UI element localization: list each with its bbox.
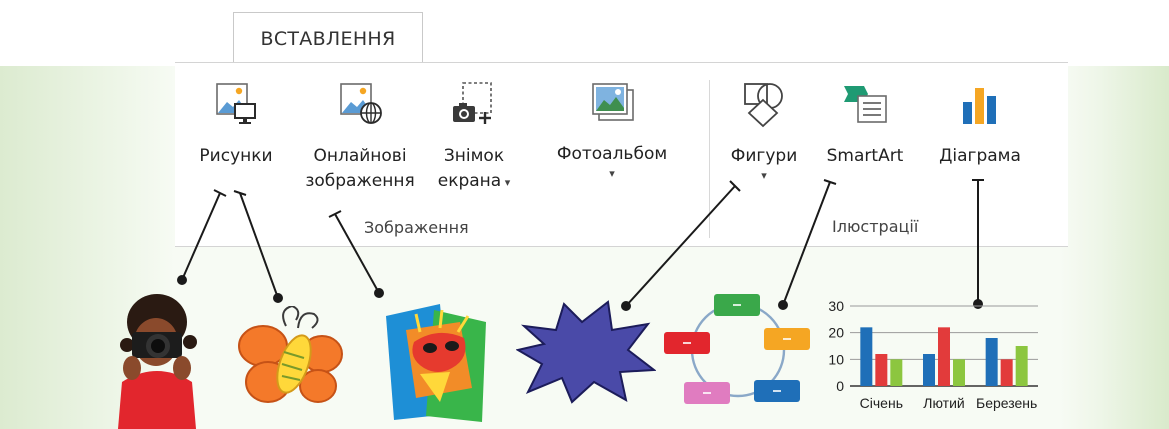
chart-bar — [1000, 359, 1013, 386]
chart-bar — [985, 338, 998, 386]
chart-category-label: Березень — [976, 395, 1037, 411]
chart-bar — [1015, 346, 1028, 386]
chart-category-label: Лютий — [923, 395, 964, 411]
chart-categories: Січень Лютий Березень — [860, 395, 1038, 411]
chart-bar — [953, 359, 965, 386]
chart-y-tick-label: 10 — [828, 351, 844, 367]
chart-category-label: Січень — [860, 395, 903, 411]
chart-y-ticks: 0 10 20 30 — [828, 298, 844, 394]
bar-chart-sample: 0 10 20 30 Січень Лютий Березень — [828, 298, 1038, 411]
butterfly-drawing — [238, 306, 343, 403]
chart-bar — [875, 354, 888, 386]
chart-y-tick-label: 20 — [828, 325, 844, 341]
chart-bar — [890, 359, 903, 386]
chart-bars — [860, 327, 1028, 386]
explosion-shape — [516, 300, 656, 404]
carnival-mask-image — [386, 304, 486, 422]
photo-illustration — [118, 294, 197, 429]
chart-bar — [938, 327, 950, 386]
chart-y-tick-label: 30 — [828, 298, 844, 314]
stage: ВСТАВЛЕННЯ Рисунки Онлайнові зображення — [0, 0, 1169, 429]
chart-y-tick-label: 0 — [836, 378, 844, 394]
cycle-diagram — [664, 294, 810, 404]
chart-bar — [860, 327, 873, 386]
chart-bar — [923, 354, 935, 386]
